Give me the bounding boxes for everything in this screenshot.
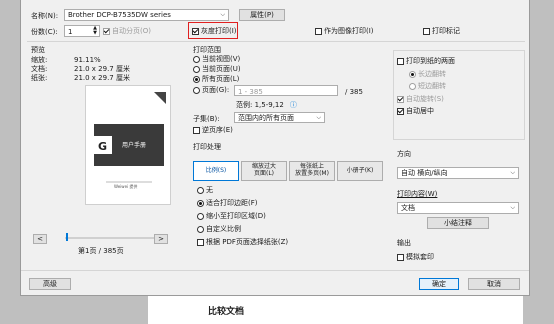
orientation-section-label: 方向 [397,150,411,158]
printer-name-label: 名称(N): [31,12,59,20]
chevron-down-icon: ⌵ [316,113,321,121]
cancel-button[interactable]: 取消 [468,278,520,290]
paper-size-label: 纸张: [31,74,48,82]
pages-input[interactable]: 1 - 385 [234,85,338,96]
range-current-view[interactable]: 当前视图(V) [193,56,240,63]
auto-rotate-checkbox[interactable]: 自动旋转(S) [397,96,444,103]
page-slider-thumb[interactable] [66,233,68,241]
page-slider-track[interactable] [65,237,155,239]
orientation-select[interactable]: 自动 横向/纵向 ⌵ [397,167,519,179]
pages-total: / 385 [345,88,363,96]
divider [27,41,525,42]
content-select[interactable]: 文档 ⌵ [397,202,519,214]
print-dialog: 名称(N): Brother DCP-B7535DW series ⌵ 属性(P… [20,0,530,296]
handling-section-label: 打印处理 [193,143,221,151]
output-section-label: 输出 [397,239,411,247]
doc-size-label: 文档: [31,65,48,73]
copies-stepper[interactable]: 1 ▲ ▼ [64,25,100,37]
tab-multiple-pages[interactable]: 每张纸上 放置多页(M) [289,161,335,181]
properties-button[interactable]: 属性(P) [239,9,285,21]
info-icon[interactable]: ⓘ [290,102,297,109]
doc-size-value: 21.0 x 29.7 厘米 [74,65,130,73]
scale-custom[interactable]: 自定义比例 [197,226,241,233]
scale-fit-printable[interactable]: 适合打印边距(F) [197,200,258,207]
summarize-comments-button[interactable]: 小结注释 [427,217,489,229]
advanced-button[interactable]: 高级 [29,278,71,290]
duplex-checkbox[interactable]: 打印到纸的两面 [397,58,455,65]
scale-none[interactable]: 无 [197,187,213,194]
subset-label: 子集(B): [193,115,220,123]
orientation-select-value: 自动 横向/纵向 [401,169,448,177]
range-pages[interactable]: 页面(G): [193,87,229,94]
collate-checkbox[interactable]: 自动分页(O) [103,28,151,35]
content-section-label: 打印内容(W) [397,190,438,198]
chevron-down-icon: ⌵ [220,11,225,18]
content-select-value: 文档 [401,204,415,212]
auto-center-checkbox[interactable]: 自动居中 [397,108,434,115]
background-document: 比较文档 [148,296,523,324]
printer-select-value: Brother DCP-B7535DW series [68,11,171,19]
simulate-overprint-checkbox[interactable]: 模拟套印 [397,254,434,261]
range-current-page[interactable]: 当前页面(U) [193,66,241,73]
printer-select[interactable]: Brother DCP-B7535DW series ⌵ [64,9,229,21]
thumbnail-footer: Weiwei 提供 [114,184,138,189]
ok-button[interactable]: 确定 [419,278,459,290]
grayscale-check-icon [192,28,199,35]
reverse-pages-checkbox[interactable]: 逆页序(E) [193,127,233,134]
range-example: 范例: 1,5-9,12 ⓘ [236,101,297,109]
zoom-value: 91.11% [74,56,101,64]
corner-mark [154,92,166,104]
prev-page-button[interactable]: < [33,234,47,244]
copies-value: 1 [68,28,73,36]
next-page-button[interactable]: > [154,234,168,244]
svg-text:G: G [98,140,107,153]
footer-divider [21,270,529,271]
chevron-down-icon: ⌵ [510,204,515,211]
preview-section-label: 预览 [31,46,45,54]
output-markup-checkbox[interactable]: 打印标记 [423,28,460,35]
background-doc-title: 比较文档 [208,307,245,317]
copies-label: 份数(C): [31,28,58,36]
tab-shrink-oversized[interactable]: 缩放过大 页面(L) [241,161,287,181]
subset-select-value: 范围内的所有页面 [238,113,294,122]
page-indicator: 第1页 / 385页 [78,247,124,255]
subset-select[interactable]: 范围内的所有页面 ⌵ [234,112,325,123]
paper-size-value: 21.0 x 29.7 厘米 [74,74,130,82]
grayscale-checkbox[interactable]: 灰度打印(I) [192,28,237,35]
flip-short-edge[interactable]: 短边翻转 [409,83,446,90]
zoom-label: 缩放: [31,56,48,64]
flip-long-edge[interactable]: 长边翻转 [409,71,446,78]
output-markup-check-icon [423,28,430,35]
tab-booklet[interactable]: 小册子(K) [337,161,383,181]
print-as-image-checkbox[interactable]: 作为图像打印(I) [315,28,374,35]
stepper-down-icon[interactable]: ▼ [93,31,97,36]
print-as-image-check-icon [315,28,322,35]
tab-scale[interactable]: 比例(S) [193,161,239,181]
pages-input-placeholder: 1 - 385 [238,88,263,96]
scale-shrink-oversized[interactable]: 缩小至打印区域(D) [197,213,266,220]
collate-check-icon [103,28,110,35]
chevron-down-icon: ⌵ [510,169,515,176]
range-all-pages[interactable]: 所有页面(L) [193,76,239,83]
range-section-label: 打印范围 [193,46,221,54]
choose-paper-by-pdf[interactable]: 根据 PDF页面选择纸张(Z) [197,239,288,246]
thumbnail-title: 用户手册 [122,142,147,149]
page-thumbnail: G 用户手册 Weiwei 提供 [85,85,171,205]
